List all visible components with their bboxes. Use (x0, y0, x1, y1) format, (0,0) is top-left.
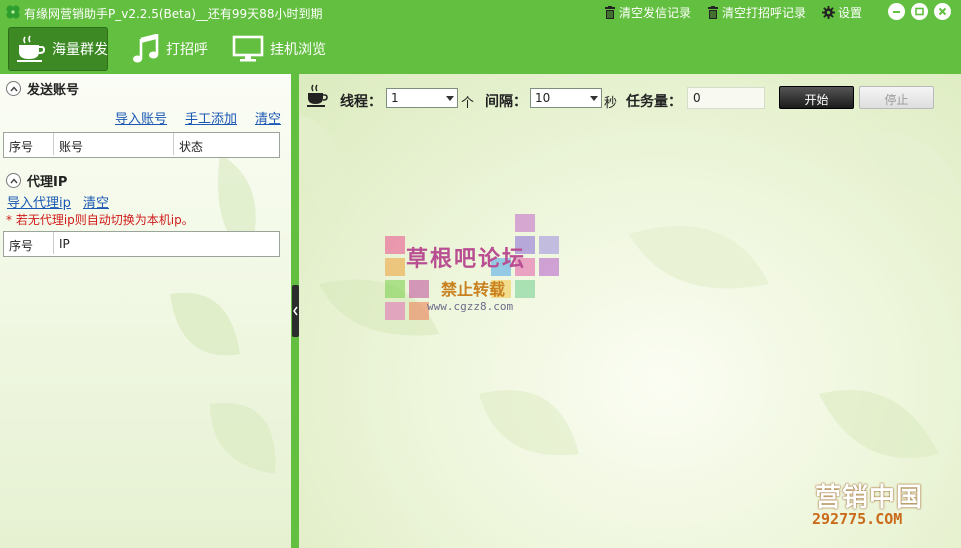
minimize-button[interactable] (888, 3, 905, 20)
main-panel: 线程： 1 个 间隔： 10 秒 任务量： 0 开始 停止 草根吧论坛 禁止转载… (299, 74, 961, 548)
watermark-title: 草根吧论坛 (406, 247, 527, 272)
manual-add-link[interactable]: 手工添加 (185, 108, 237, 127)
threads-value: 1 (391, 91, 399, 105)
proxy-heading: 代理IP (27, 175, 68, 190)
proxy-section-header[interactable]: 代理IP (6, 171, 67, 190)
close-button[interactable] (934, 3, 951, 20)
close-icon (938, 7, 947, 16)
watermark-subtitle: 禁止转载 (441, 280, 506, 299)
tab-auto-browse-label: 挂机浏览 (270, 42, 326, 58)
chevron-up-icon (9, 177, 18, 183)
collapse-panel-handle[interactable] (292, 285, 299, 337)
clear-send-records-button[interactable]: 清空发信记录 (604, 4, 691, 21)
coffee-cup-icon (307, 84, 328, 107)
clear-greet-records-label: 清空打招呼记录 (722, 6, 807, 20)
interval-value: 10 (535, 91, 551, 105)
maximize-button[interactable] (911, 3, 928, 20)
clover-icon (6, 5, 20, 19)
maximize-icon (915, 7, 924, 16)
accounts-section-header[interactable]: 发送账号 (6, 79, 79, 98)
column-header: 序号 (4, 133, 54, 155)
column-header: 序号 (4, 232, 54, 254)
left-panel: 发送账号 导入账号 手工添加 清空 序号 账号 状态 代理IP 导入代理ip 清… (0, 74, 291, 548)
proxy-note: * 若无代理ip则自动切换为本机ip。 (6, 213, 194, 227)
coffee-cup-icon (17, 35, 46, 62)
minimize-icon (893, 11, 900, 13)
threads-label: 线程： (340, 94, 382, 110)
settings-label: 设置 (838, 6, 863, 20)
import-accounts-link[interactable]: 导入账号 (115, 108, 167, 127)
accounts-heading: 发送账号 (27, 83, 80, 98)
chevron-up-icon (9, 85, 18, 91)
interval-select[interactable]: 10 (530, 88, 602, 108)
threads-unit: 个 (461, 96, 475, 111)
tab-mass-send[interactable]: 海量群发 (8, 27, 108, 71)
settings-button[interactable]: 设置 (822, 4, 862, 21)
chevron-left-icon (293, 306, 298, 316)
monitor-icon (232, 35, 264, 62)
gear-icon (822, 6, 835, 19)
column-header: 状态 (179, 140, 204, 154)
watermark-url: www.cgzz8.com (427, 300, 514, 313)
clear-proxy-link[interactable]: 清空 (83, 192, 109, 211)
task-count-value: 0 (693, 91, 701, 105)
tab-mass-send-label: 海量群发 (52, 42, 108, 58)
collapse-accounts-button[interactable] (6, 81, 21, 96)
stop-button[interactable]: 停止 (859, 86, 934, 109)
task-count-label: 任务量： (626, 94, 682, 110)
interval-unit: 秒 (604, 96, 618, 111)
watermark-logo (385, 214, 559, 320)
chevron-down-icon (590, 96, 598, 101)
column-header: IP (59, 237, 70, 251)
music-note-icon (133, 34, 159, 63)
start-button[interactable]: 开始 (779, 86, 854, 109)
chevron-down-icon (446, 96, 454, 101)
collapse-proxy-button[interactable] (6, 173, 21, 188)
column-header: 账号 (54, 133, 174, 155)
accounts-table-header: 序号 账号 状态 (3, 132, 280, 158)
interval-label: 间隔： (485, 94, 527, 110)
leaf-decoration (170, 154, 276, 474)
clear-accounts-link[interactable]: 清空 (255, 108, 281, 127)
proxy-table-header: 序号 IP (3, 231, 280, 257)
main-toolbar: 海量群发 打招呼 挂机浏览 (0, 24, 961, 74)
clear-greet-records-button[interactable]: 清空打招呼记录 (707, 4, 806, 21)
app-window: 有缘网营销助手P_v2.2.5(Beta)__还有99天88小时到期 清空发信记… (0, 0, 961, 548)
title-bar: 有缘网营销助手P_v2.2.5(Beta)__还有99天88小时到期 清空发信记… (0, 0, 961, 24)
window-title: 有缘网营销助手P_v2.2.5(Beta)__还有99天88小时到期 (24, 7, 323, 21)
import-proxy-link[interactable]: 导入代理ip (7, 192, 71, 211)
tab-greet-label: 打招呼 (166, 42, 208, 58)
trash-icon (605, 6, 615, 19)
clear-send-records-label: 清空发信记录 (619, 6, 692, 20)
tab-greet[interactable]: 打招呼 (124, 27, 208, 71)
corner-watermark-title: 营销中国 (815, 483, 924, 513)
task-count-input[interactable]: 0 (687, 87, 765, 109)
corner-watermark-subtitle: 292775.COM (812, 510, 903, 528)
threads-select[interactable]: 1 (386, 88, 458, 108)
tab-auto-browse[interactable]: 挂机浏览 (224, 27, 326, 71)
trash-icon (708, 6, 718, 19)
